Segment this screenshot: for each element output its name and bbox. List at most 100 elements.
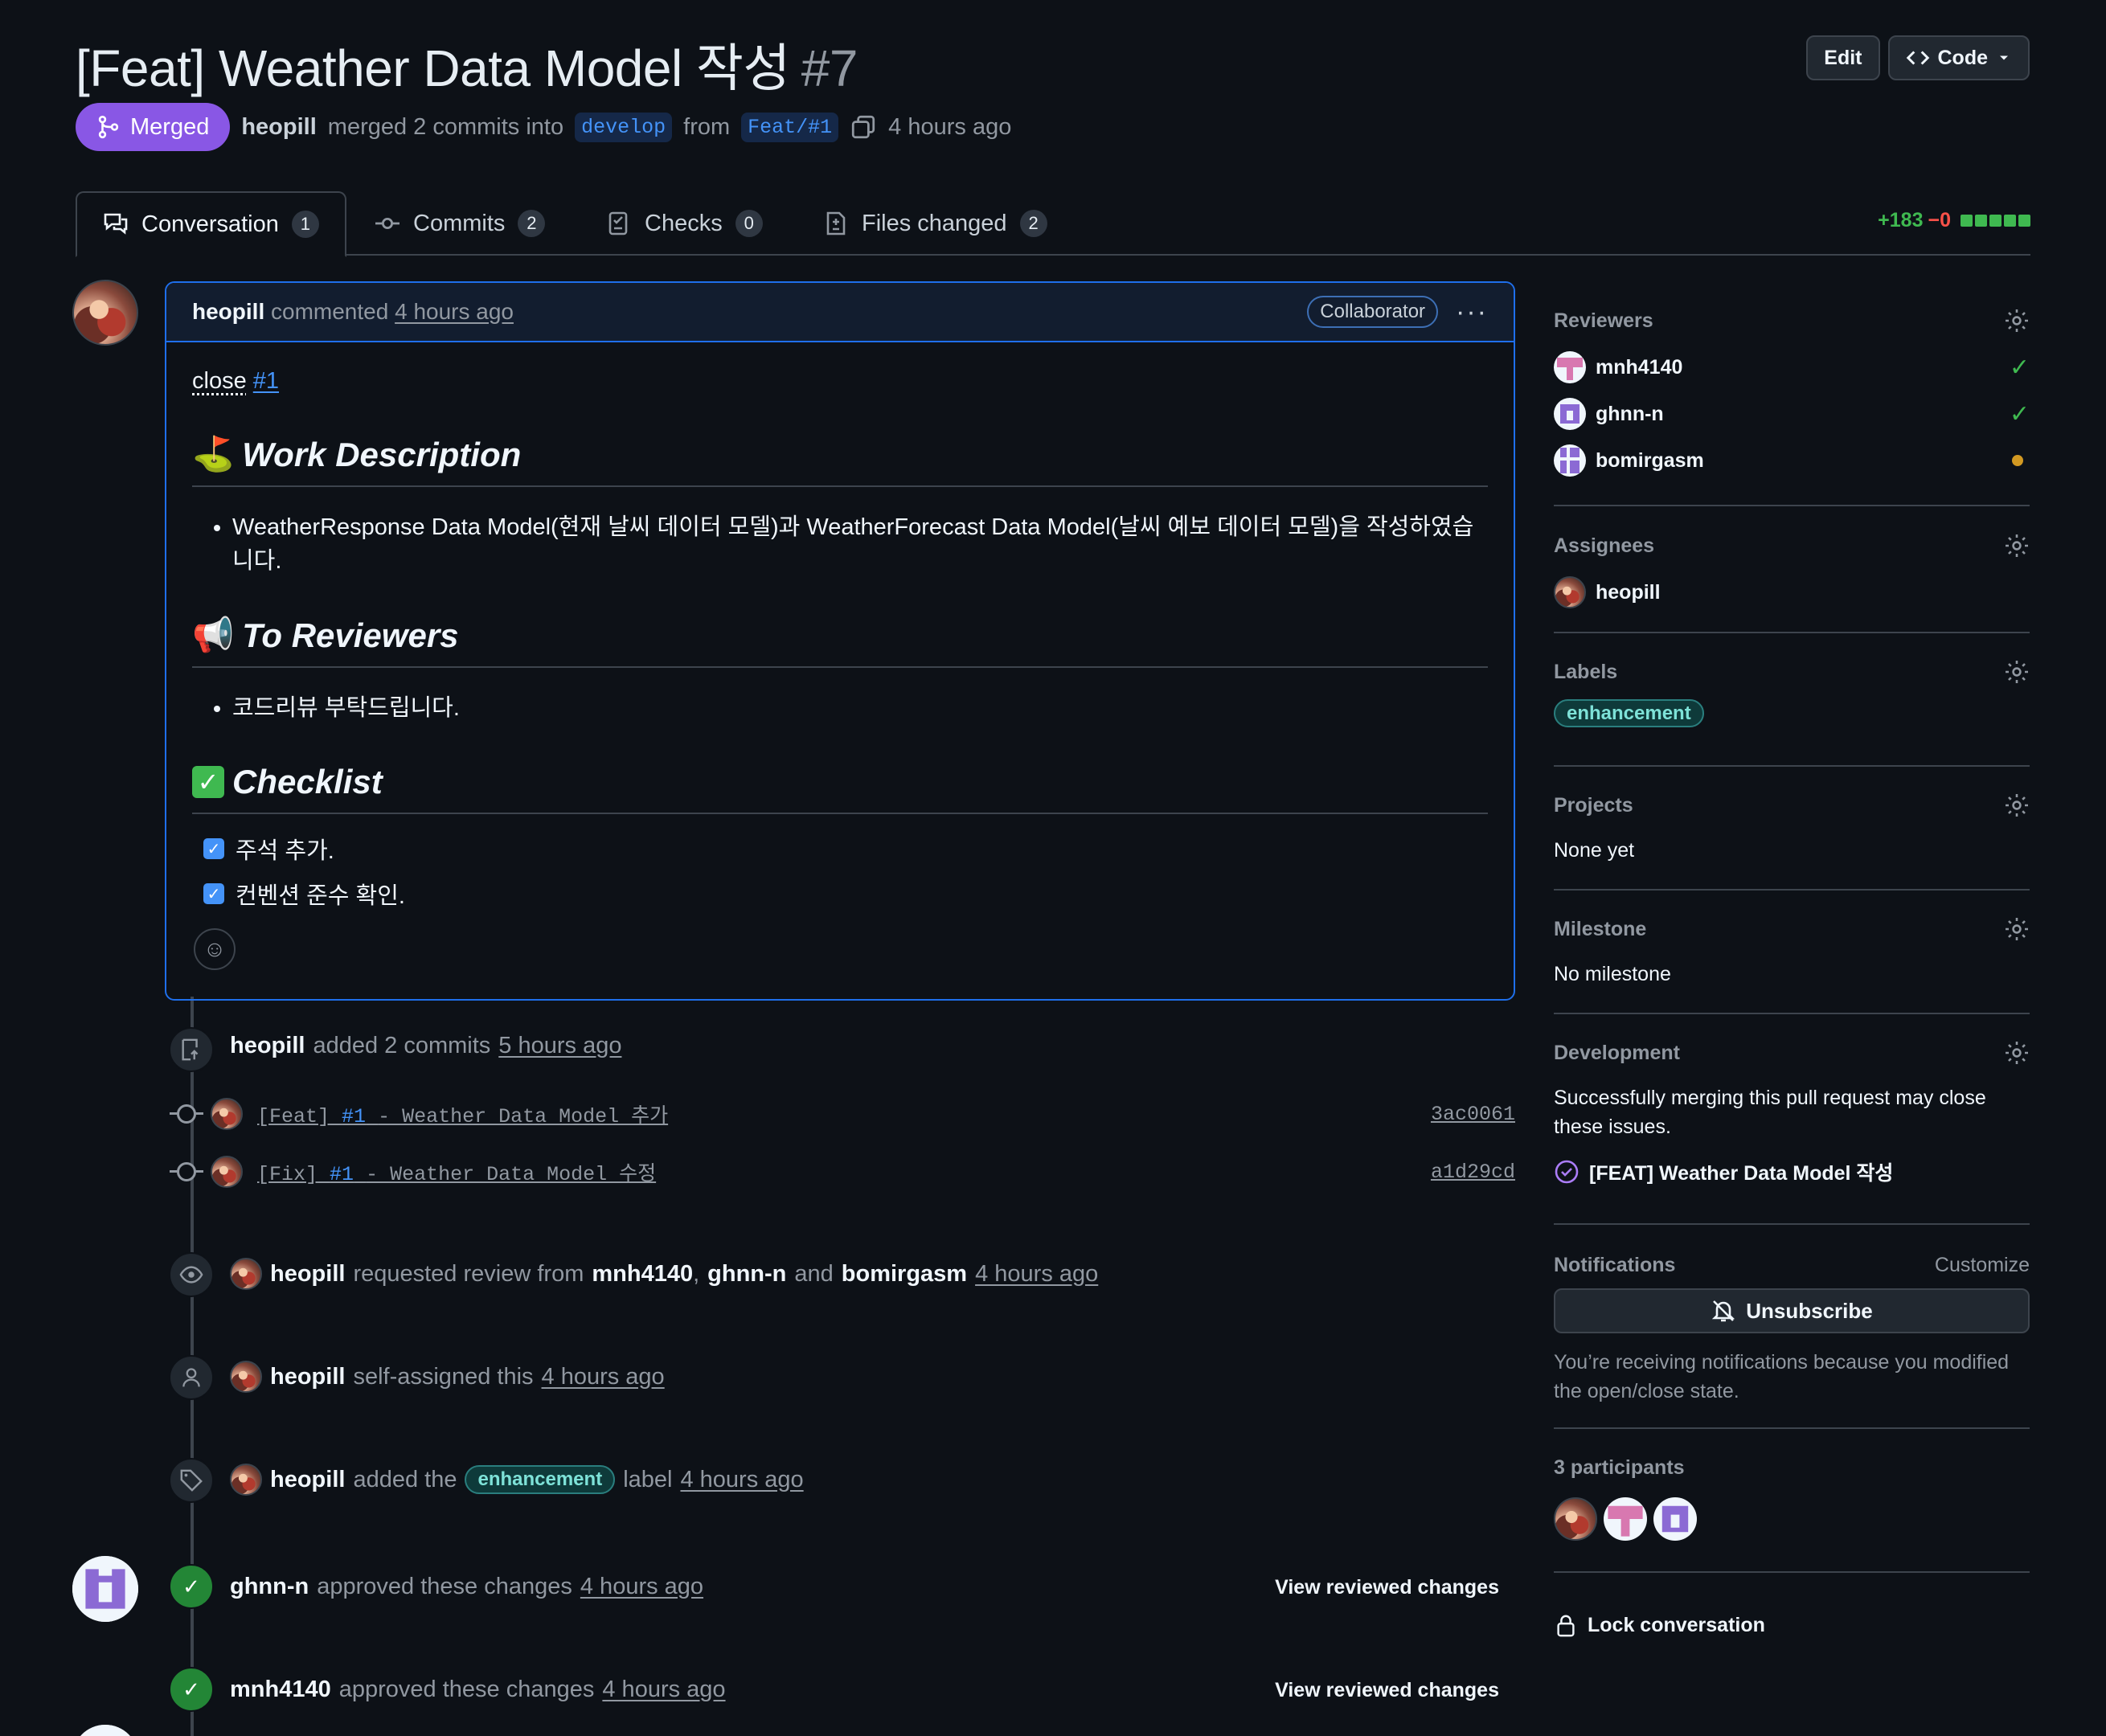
avatar[interactable] bbox=[72, 1556, 138, 1622]
merge-time: 4 hours ago bbox=[888, 113, 1012, 140]
gear-icon[interactable] bbox=[2004, 308, 2030, 334]
event-time[interactable]: 4 hours ago bbox=[602, 1677, 725, 1703]
code-icon bbox=[1906, 51, 1929, 65]
checkbox[interactable]: ✓ bbox=[203, 883, 224, 904]
customize-link[interactable]: Customize bbox=[1935, 1254, 2030, 1277]
event-time[interactable]: 4 hours ago bbox=[542, 1364, 665, 1390]
section-heading: Projects bbox=[1554, 793, 1633, 817]
reviewer-item[interactable]: mnh4140 ✓ bbox=[1554, 351, 2030, 383]
reviewer-link[interactable]: ghnn-n bbox=[707, 1261, 786, 1288]
checklist-icon bbox=[608, 211, 628, 235]
check-icon: ✓ bbox=[2009, 400, 2030, 428]
commits-added-event: heopill added 2 commits 5 hours ago bbox=[230, 1033, 622, 1059]
state-badge: Merged bbox=[76, 103, 231, 151]
push-icon bbox=[169, 1027, 214, 1072]
merge-author[interactable]: heopill bbox=[241, 114, 316, 141]
pr-tabs: Conversation 1 Commits 2 Checks 0 Files cha… bbox=[76, 191, 2030, 257]
linked-issue[interactable]: [FEAT] Weather Data Model 작성 bbox=[1554, 1157, 2030, 1186]
merge-text: merged 2 commits into bbox=[327, 113, 564, 140]
code-button[interactable]: Code bbox=[1887, 35, 2030, 80]
commit-sha[interactable]: a1d29cd bbox=[1431, 1161, 1515, 1184]
issue-link[interactable]: #1 bbox=[253, 368, 279, 394]
tab-commits[interactable]: Commits 2 bbox=[375, 191, 546, 256]
label-added-event: heopill added the enhancement label 4 ho… bbox=[230, 1464, 804, 1496]
commit-icon bbox=[170, 1162, 203, 1181]
section-heading: 3 participants bbox=[1554, 1456, 1685, 1479]
sidebar-participants: 3 participants bbox=[1554, 1456, 2030, 1573]
section-heading: Milestone bbox=[1554, 917, 1647, 940]
comment-time[interactable]: 4 hours ago bbox=[395, 299, 514, 325]
event-time[interactable]: 5 hours ago bbox=[498, 1033, 621, 1059]
reviewer-item[interactable]: bomirgasm bbox=[1554, 444, 2030, 477]
event-author[interactable]: ghnn-n bbox=[230, 1574, 309, 1600]
commit-icon bbox=[170, 1104, 203, 1124]
tab-conversation[interactable]: Conversation 1 bbox=[76, 191, 346, 257]
label-badge[interactable]: enhancement bbox=[1554, 699, 1704, 727]
gear-icon[interactable] bbox=[2004, 659, 2030, 685]
from-text: from bbox=[683, 113, 731, 140]
sidebar-labels: Labels enhancement bbox=[1554, 659, 2030, 767]
checklist-item[interactable]: ✓ 컨벤션 준수 확인. bbox=[203, 877, 1488, 911]
event-time[interactable]: 4 hours ago bbox=[680, 1467, 803, 1493]
edit-button[interactable]: Edit bbox=[1806, 35, 1880, 80]
base-branch[interactable]: develop bbox=[575, 112, 673, 142]
heading-to-reviewers: 📢 To Reviewers bbox=[192, 616, 1488, 668]
reviewer-item[interactable]: ghnn-n ✓ bbox=[1554, 398, 2030, 430]
view-reviewed-changes-link[interactable]: View reviewed changes bbox=[1275, 1576, 1499, 1599]
lock-conversation-link[interactable]: Lock conversation bbox=[1554, 1613, 1765, 1637]
tab-files-changed[interactable]: Files changed 2 bbox=[823, 191, 1047, 256]
checklist-item[interactable]: ✓ 주석 추가. bbox=[203, 832, 1488, 866]
commit-message[interactable]: [Fix] #1 - Weather Data Model 수정 bbox=[257, 1157, 656, 1186]
avatar[interactable] bbox=[1554, 1497, 1597, 1541]
assignee-item[interactable]: heopill bbox=[1554, 576, 2030, 608]
development-text: Successfully merging this pull request m… bbox=[1554, 1087, 1986, 1138]
event-author[interactable]: heopill bbox=[230, 1033, 305, 1059]
event-time[interactable]: 4 hours ago bbox=[580, 1574, 703, 1600]
reviewer-link[interactable]: bomirgasm bbox=[842, 1261, 967, 1288]
avatar[interactable] bbox=[72, 280, 138, 346]
avatar[interactable] bbox=[211, 1156, 243, 1188]
tab-checks[interactable]: Checks 0 bbox=[606, 191, 763, 256]
pr-number: #7 bbox=[801, 39, 858, 97]
label-badge[interactable]: enhancement bbox=[465, 1465, 616, 1494]
commit-icon bbox=[375, 217, 399, 229]
event-author[interactable]: mnh4140 bbox=[230, 1677, 331, 1703]
gear-icon[interactable] bbox=[2004, 916, 2030, 942]
copy-icon[interactable] bbox=[850, 113, 877, 141]
gear-icon[interactable] bbox=[2004, 792, 2030, 818]
check-icon: ✓ bbox=[169, 1564, 214, 1609]
event-author[interactable]: heopill bbox=[270, 1467, 345, 1493]
avatar[interactable] bbox=[211, 1098, 243, 1130]
avatar[interactable] bbox=[72, 1725, 138, 1736]
avatar[interactable] bbox=[1604, 1497, 1647, 1541]
commit-row: [Fix] #1 - Weather Data Model 수정 a1d29cd bbox=[170, 1156, 1515, 1188]
participant-avatars bbox=[1554, 1497, 2030, 1541]
avatar[interactable] bbox=[1653, 1497, 1697, 1541]
avatar[interactable] bbox=[230, 1258, 262, 1290]
commit-row: [Feat] #1 - Weather Data Model 추가 3ac006… bbox=[170, 1098, 1515, 1130]
golf-flag-icon: ⛳ bbox=[192, 435, 235, 473]
event-time[interactable]: 4 hours ago bbox=[975, 1261, 1098, 1288]
event-author[interactable]: heopill bbox=[270, 1261, 345, 1288]
checkbox[interactable]: ✓ bbox=[203, 838, 224, 859]
self-assigned-event: heopill self-assigned this 4 hours ago bbox=[230, 1361, 665, 1393]
avatar bbox=[1554, 444, 1586, 477]
pr-title-row: [Feat] Weather Data Model 작성 #7 bbox=[76, 27, 858, 101]
comment-header: heopill commented 4 hours ago Collaborat… bbox=[166, 283, 1514, 342]
commit-message[interactable]: [Feat] #1 - Weather Data Model 추가 bbox=[257, 1099, 668, 1128]
gear-icon[interactable] bbox=[2004, 533, 2030, 559]
gear-icon[interactable] bbox=[2004, 1040, 2030, 1066]
comment-author[interactable]: heopill bbox=[192, 299, 264, 325]
reaction-smiley-icon[interactable]: ☺ bbox=[194, 928, 236, 970]
event-author[interactable]: heopill bbox=[270, 1364, 345, 1390]
reviewer-link[interactable]: mnh4140 bbox=[592, 1261, 693, 1288]
avatar bbox=[1554, 576, 1586, 608]
unsubscribe-button[interactable]: Unsubscribe bbox=[1554, 1288, 2030, 1333]
head-branch[interactable]: Feat/#1 bbox=[741, 112, 839, 142]
caret-down-icon bbox=[2000, 55, 2008, 60]
avatar[interactable] bbox=[230, 1361, 262, 1393]
view-reviewed-changes-link[interactable]: View reviewed changes bbox=[1275, 1679, 1499, 1702]
kebab-icon[interactable]: ··· bbox=[1456, 297, 1488, 328]
commit-sha[interactable]: 3ac0061 bbox=[1431, 1103, 1515, 1126]
avatar[interactable] bbox=[230, 1464, 262, 1496]
